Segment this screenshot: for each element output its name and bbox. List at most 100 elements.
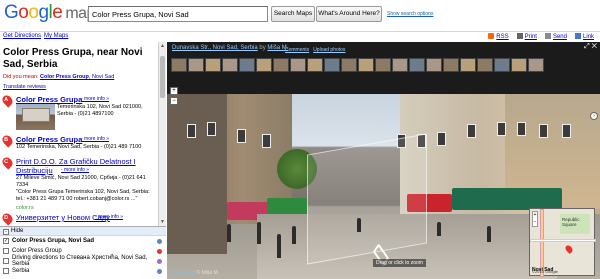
result-site[interactable]: color.rs (16, 205, 34, 211)
scrollbar-thumb[interactable] (160, 56, 165, 98)
window (562, 124, 571, 138)
scroll-up-icon[interactable]: ▲ (160, 43, 165, 49)
window (262, 134, 271, 148)
send-link[interactable]: Send (544, 33, 567, 40)
layer-row[interactable]: Driving directions to Стевана Христића, … (0, 255, 166, 267)
photo-thumb[interactable] (392, 58, 408, 72)
next-photo-icon[interactable]: › (590, 112, 598, 120)
window (467, 124, 476, 138)
link-icon (574, 33, 581, 39)
layer-checkbox[interactable] (3, 268, 9, 274)
layer-row[interactable]: ✓ Color Press Grupa, Novi Sad (0, 236, 166, 246)
photo-viewer[interactable]: Dunavska Str., Novi Sad, Serbia by Miša … (167, 42, 600, 279)
more-info-link[interactable]: - more info » (81, 136, 109, 142)
marker-c-icon[interactable]: C (0, 155, 15, 170)
result-photo[interactable] (16, 104, 55, 130)
photo-thumb[interactable] (494, 58, 510, 72)
get-directions-link[interactable]: Get Directions (3, 33, 41, 39)
layers-panel: − Hide ✓ Color Press Grupa, Novi Sad Colo… (0, 226, 166, 279)
person (487, 226, 491, 242)
upload-photos-link[interactable]: Upload photos (313, 47, 345, 53)
photo-thumb[interactable] (358, 58, 374, 72)
photo-thumb[interactable] (426, 58, 442, 72)
photo-thumb[interactable] (256, 58, 272, 72)
scroll-down-icon[interactable]: ▼ (160, 219, 165, 225)
fullscreen-icon[interactable]: ⤢ (584, 43, 590, 50)
photo-thumb[interactable] (188, 58, 204, 72)
marker-d-icon[interactable]: D (0, 211, 15, 226)
photo-thumb[interactable] (460, 58, 476, 72)
photo-thumb[interactable] (341, 58, 357, 72)
more-info-link[interactable]: - more info » (95, 214, 123, 220)
photo-thumb[interactable] (239, 58, 255, 72)
sub-toolbar: Get Directions My Maps RSS Print Send Li… (0, 31, 600, 42)
window (207, 122, 216, 136)
search-options-link[interactable]: Show search options (387, 11, 433, 17)
did-you-mean-link[interactable]: Color Press Group, Novi Sad (40, 74, 114, 80)
photo-thumb[interactable] (375, 58, 391, 72)
photo-thumb[interactable] (443, 58, 459, 72)
photo-thumb[interactable] (222, 58, 238, 72)
rss-link[interactable]: RSS (488, 33, 509, 40)
layer-color-icon (157, 258, 162, 264)
window (237, 129, 246, 143)
my-maps-link[interactable]: My Maps (44, 33, 68, 39)
more-info-link[interactable]: - more info » (81, 96, 109, 102)
more-info-link[interactable]: - more info » (61, 167, 89, 173)
person (277, 234, 281, 258)
rating-stars-icon[interactable]: ☆☆ (81, 214, 92, 221)
did-you-mean: Did you mean: Color Press Group, Novi Sa… (3, 74, 115, 80)
photo-thumb[interactable] (273, 58, 289, 72)
mini-map[interactable]: Republic Square + − Novi Sad ©2010 Google (529, 208, 596, 277)
photo-thumb[interactable] (511, 58, 527, 72)
minimap-zoom-icon[interactable]: + − (532, 211, 538, 227)
photo-thumb[interactable] (477, 58, 493, 72)
person (292, 226, 296, 244)
layer-checkbox[interactable] (3, 248, 9, 254)
photo-viewer-header: Dunavska Str., Novi Sad, Serbia by Miša … (167, 42, 600, 94)
photo-thumb[interactable] (205, 58, 221, 72)
photo-thumb[interactable] (324, 58, 340, 72)
photo-thumb[interactable] (171, 58, 187, 72)
print-link[interactable]: Print (516, 33, 537, 40)
rating-stars-icon[interactable]: ☆☆ (47, 167, 58, 174)
search-input[interactable]: Color Press Grupa, Novi Sad (88, 6, 268, 22)
result-title[interactable]: Print D.O.O. Za Grafičku Delatnost I (16, 157, 146, 166)
close-icon[interactable]: ✕ (592, 43, 597, 50)
street-link[interactable]: Dunavska Str., Novi Sad, Serbia (172, 45, 258, 51)
link-link[interactable]: Link (574, 33, 594, 40)
layer-row[interactable]: Serbia (0, 266, 166, 276)
layer-checkbox[interactable]: ✓ (3, 238, 9, 244)
person (257, 222, 261, 244)
zoom-out-icon[interactable]: − (170, 97, 178, 105)
search-maps-button[interactable]: Search Maps (271, 6, 315, 22)
window (497, 122, 506, 136)
comments-link[interactable]: Comments (285, 47, 309, 53)
list-item: D Универзитет у Новом Саду ☆☆ - more inf… (0, 211, 155, 226)
marker-b-icon[interactable]: B (0, 133, 15, 148)
photo-thumb[interactable] (307, 58, 323, 72)
minimap-copyright: ©2010 Google (532, 269, 558, 274)
photo-thumb[interactable] (528, 58, 544, 72)
results-heading: Color Press Grupa, near Novi Sad, Serbia (3, 47, 143, 70)
collapse-icon: − (3, 229, 9, 235)
photo-thumb[interactable] (409, 58, 425, 72)
hide-toggle[interactable]: − Hide (0, 227, 166, 236)
zoom-control: + − (170, 87, 178, 113)
zoom-in-icon[interactable]: + (170, 87, 178, 95)
marker-a-icon[interactable]: A (0, 93, 15, 108)
photo-thumb[interactable] (290, 58, 306, 72)
window (517, 122, 526, 136)
whats-around-button[interactable]: What's Around Here? (316, 6, 382, 22)
window (187, 124, 196, 138)
rating-stars-icon[interactable]: ☆☆ (67, 136, 78, 143)
rating-stars-icon[interactable]: ☆☆ (67, 96, 78, 103)
viewer-controls: ⤢ ✕ (584, 43, 597, 51)
results-scrollbar[interactable]: ▲ ▼ (158, 42, 166, 226)
result-address: Temerinska 102, Novi Sad 021000, Serbia … (57, 104, 143, 117)
person (227, 224, 231, 242)
walk-overlay[interactable] (307, 133, 427, 265)
layer-checkbox[interactable] (3, 258, 9, 264)
translate-reviews-link[interactable]: Translate reviews (3, 84, 155, 90)
awning (452, 188, 562, 210)
